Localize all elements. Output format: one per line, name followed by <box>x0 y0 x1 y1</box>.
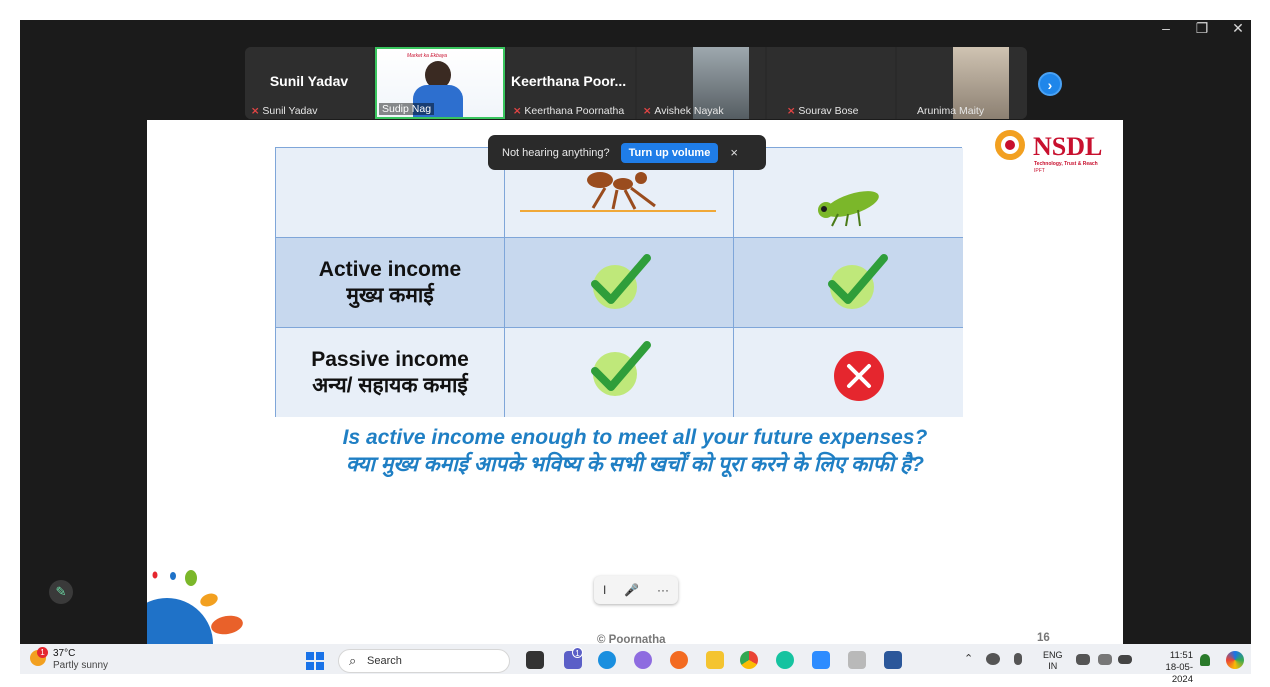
mic-muted-icon: ⨯ <box>513 105 522 117</box>
language-indicator[interactable]: ENG IN <box>1043 650 1063 672</box>
participant-name-label: ⨯ Keerthana Poornatha <box>513 105 625 117</box>
clock-date: 18-05-2024 <box>1165 662 1193 685</box>
text-cursor-icon[interactable]: I <box>603 583 606 597</box>
firefox-icon[interactable] <box>670 651 688 669</box>
meeting-window: – ❐ ✕ Sunil Yadav ⨯ Sunil Yadav Market ka… <box>20 20 1251 644</box>
question-english: Is active income enough to meet all your… <box>342 426 928 449</box>
app-icon[interactable] <box>848 651 866 669</box>
clock-time: 11:51 <box>1169 650 1193 661</box>
microphone-icon[interactable]: 🎤 <box>624 583 639 597</box>
microphone-tray-icon[interactable] <box>1014 653 1022 665</box>
zoom-icon[interactable] <box>812 651 830 669</box>
audio-toast: Not hearing anything? Turn up volume × <box>488 135 766 170</box>
cloud-icon[interactable] <box>986 653 1000 665</box>
poornatha-logo <box>147 570 243 644</box>
edge-icon[interactable] <box>598 651 616 669</box>
check-icon <box>828 254 888 309</box>
copyright-text: © Poornatha <box>597 634 666 644</box>
participant-tile[interactable]: Sunil Yadav ⨯ Sunil Yadav <box>245 47 373 119</box>
taskbar-search-box[interactable]: ⌕ Search <box>338 649 510 673</box>
income-comparison-table: Active income मुख्य कमाई Passive income … <box>275 147 963 417</box>
chevron-up-icon[interactable]: ⌃ <box>964 652 973 665</box>
teams-badge: 1 <box>572 647 583 658</box>
participant-name-label: ⨯ Avishek Nayak <box>643 105 724 117</box>
nsdl-swirl-icon <box>995 130 1025 160</box>
participant-tile[interactable]: Keerthana Poor... ⨯ Keerthana Poornatha <box>507 47 635 119</box>
chrome-icon[interactable] <box>740 651 758 669</box>
participant-name-label: Arunima Maity <box>917 105 985 117</box>
nsdl-logo-text: NSDL <box>1033 132 1103 161</box>
task-view-icon[interactable] <box>526 651 544 669</box>
participant-name-label: ⨯ Sourav Bose <box>787 105 859 117</box>
nsdl-sub: IPFT <box>1034 168 1045 174</box>
grammarly-icon[interactable] <box>776 651 794 669</box>
shared-screen-slide: NSDL Technology, Trust & Reach IPFT Acti… <box>147 120 1123 644</box>
clock[interactable]: 11:51 18-05-2024 <box>1153 650 1193 686</box>
search-icon: ⌕ <box>349 653 357 668</box>
pencil-icon[interactable]: ✎ <box>49 580 73 604</box>
slide-page-number: 16 <box>1037 632 1050 644</box>
speaker-banner: Market ka Ekbaya <box>407 53 448 59</box>
minimize-button[interactable]: – <box>1148 20 1184 38</box>
chevron-right-icon[interactable]: › <box>1038 72 1062 96</box>
nsdl-logo <box>992 130 1028 165</box>
participant-tile-active-speaker[interactable]: Market ka Ekbaya Sudip Nag <box>375 47 505 119</box>
table-header-empty <box>276 148 505 238</box>
nsdl-tagline: Technology, Trust & Reach <box>1034 161 1098 167</box>
mic-muted-icon: ⨯ <box>643 105 652 117</box>
grasshopper-illustration-icon <box>818 191 879 227</box>
passive-ant-cell <box>505 328 734 417</box>
file-explorer-icon[interactable] <box>706 651 724 669</box>
question-hindi: क्या मुख्य कमाई आपके भविष्य के सभी खर्चो… <box>346 453 924 476</box>
network-icon[interactable] <box>1076 654 1090 665</box>
lang-bottom: IN <box>1048 661 1058 671</box>
windows-taskbar: 1 37°C Partly sunny ⌕ Search 1 ⌃ ENG IN … <box>20 644 1251 685</box>
mic-muted-icon: ⨯ <box>251 105 260 117</box>
row-label-en: Active income <box>318 257 462 281</box>
grasshopper-column-header <box>734 148 963 238</box>
toast-message: Not hearing anything? <box>502 146 610 159</box>
weather-desc: Partly sunny <box>53 660 109 671</box>
mic-muted-icon: ⨯ <box>787 105 796 117</box>
word-icon[interactable] <box>884 651 902 669</box>
battery-icon[interactable] <box>1118 655 1132 664</box>
search-input: Search <box>367 655 402 667</box>
participant-tile[interactable]: ⨯ Sourav Bose <box>767 47 895 119</box>
participant-display-name: Keerthana Poor... <box>511 73 627 89</box>
lang-top: ENG <box>1043 650 1063 660</box>
turn-up-volume-button[interactable]: Turn up volume <box>620 142 719 163</box>
check-icon <box>591 254 651 309</box>
row-header-passive-income: Passive income अन्य/ सहायक कमाई <box>276 328 505 417</box>
weather-badge: 1 <box>37 647 48 658</box>
copilot-icon[interactable] <box>634 651 652 669</box>
passive-grasshopper-cell <box>734 328 963 417</box>
row-header-active-income: Active income मुख्य कमाई <box>276 238 505 328</box>
participant-name-label: Sudip Nag <box>379 103 435 115</box>
participant-tile[interactable]: Arunima Maity <box>897 47 1027 119</box>
participant-display-name: Sunil Yadav <box>269 73 349 89</box>
row-label-hi: मुख्य कमाई <box>346 283 434 307</box>
row-label-hi: अन्य/ सहायक कमाई <box>312 373 468 397</box>
copilot-tray-icon[interactable] <box>1226 651 1244 669</box>
close-window-button[interactable]: ✕ <box>1220 20 1256 38</box>
participant-strip: Sunil Yadav ⨯ Sunil Yadav Market ka Ekbay… <box>245 47 1027 119</box>
notification-bell-icon[interactable] <box>1200 654 1210 666</box>
participant-name-label: ⨯ Sunil Yadav <box>251 105 318 117</box>
active-grasshopper-cell <box>734 238 963 328</box>
more-options-icon[interactable]: ··· <box>657 583 669 597</box>
annotation-toolbar: I 🎤 ··· <box>594 576 678 604</box>
check-icon <box>591 341 651 396</box>
cross-icon <box>834 351 884 401</box>
windows-start-icon[interactable] <box>306 652 324 670</box>
weather-temp: 37°C <box>53 648 76 659</box>
participant-tile[interactable]: ⨯ Avishek Nayak <box>637 47 765 119</box>
volume-muted-icon[interactable] <box>1098 654 1112 665</box>
active-ant-cell <box>505 238 734 328</box>
restore-button[interactable]: ❐ <box>1184 20 1220 38</box>
close-toast-icon[interactable]: × <box>730 145 738 160</box>
row-label-en: Passive income <box>311 347 469 371</box>
